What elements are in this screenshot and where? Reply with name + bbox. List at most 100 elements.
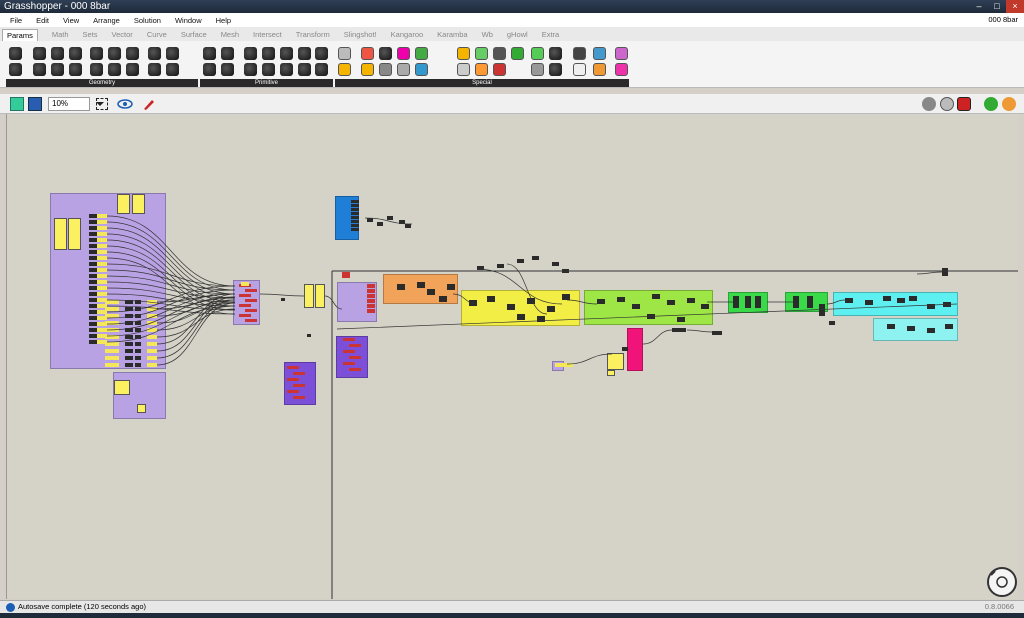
render-icon[interactable] — [1002, 97, 1016, 111]
component-tool-icon[interactable] — [262, 47, 275, 60]
component-tool-icon[interactable] — [203, 47, 216, 60]
menu-window[interactable]: Window — [175, 16, 202, 25]
component-tool-icon[interactable] — [361, 47, 374, 60]
component-tool-icon[interactable] — [493, 47, 506, 60]
preview-wire-icon[interactable] — [922, 97, 936, 111]
component-tool-icon[interactable] — [511, 47, 524, 60]
open-file-icon[interactable] — [10, 97, 24, 111]
component-tool-icon[interactable] — [221, 47, 234, 60]
component-tool-icon[interactable] — [573, 63, 586, 76]
component-tool-icon[interactable] — [379, 63, 392, 76]
component-tool-icon[interactable] — [379, 47, 392, 60]
tab-transform[interactable]: Transform — [296, 29, 330, 41]
display-mode-icon[interactable] — [984, 97, 998, 111]
component-tool-icon[interactable] — [361, 63, 374, 76]
component-tool-icon[interactable] — [280, 63, 293, 76]
menu-file[interactable]: File — [10, 16, 22, 25]
component-tool-icon[interactable] — [549, 47, 562, 60]
tab-vector[interactable]: Vector — [112, 29, 133, 41]
tab-extra[interactable]: Extra — [542, 29, 560, 41]
minimize-button[interactable]: – — [970, 0, 988, 13]
component-tool-icon[interactable] — [338, 63, 351, 76]
component-tool-icon[interactable] — [51, 47, 64, 60]
component-tool-icon[interactable] — [593, 63, 606, 76]
tab-sets[interactable]: Sets — [83, 29, 98, 41]
menu-edit[interactable]: Edit — [36, 16, 49, 25]
save-file-icon[interactable] — [28, 97, 42, 111]
preview-selected-icon[interactable] — [957, 97, 971, 111]
component-tool-icon[interactable] — [475, 63, 488, 76]
component-tool-icon[interactable] — [338, 47, 351, 60]
preview-shaded-icon[interactable] — [940, 97, 954, 111]
component-tool-icon[interactable] — [531, 47, 544, 60]
component-tool-icon[interactable] — [244, 47, 257, 60]
tab-slingshot[interactable]: Slingshot! — [344, 29, 377, 41]
component-tool-icon[interactable] — [315, 47, 328, 60]
component-tool-icon[interactable] — [397, 63, 410, 76]
component-tool-icon[interactable] — [148, 63, 161, 76]
component-tool-icon[interactable] — [315, 63, 328, 76]
component-tool-icon[interactable] — [126, 63, 139, 76]
component-tool-icon[interactable] — [298, 63, 311, 76]
component-tool-icon[interactable] — [531, 63, 544, 76]
tab-params[interactable]: Params — [2, 29, 38, 41]
component-tool-icon[interactable] — [9, 63, 22, 76]
component-tool-icon[interactable] — [262, 63, 275, 76]
component-tool-icon[interactable] — [148, 47, 161, 60]
tab-wb[interactable]: Wb — [482, 29, 493, 41]
tab-ghowl[interactable]: gHowl — [507, 29, 528, 41]
component-tool-icon[interactable] — [457, 47, 470, 60]
tab-curve[interactable]: Curve — [147, 29, 167, 41]
component-tool-icon[interactable] — [126, 47, 139, 60]
eye-preview-icon[interactable] — [117, 97, 133, 111]
document-name: 000 8bar — [988, 15, 1018, 24]
menu-view[interactable]: View — [63, 16, 79, 25]
component-tool-icon[interactable] — [9, 47, 22, 60]
component-tool-icon[interactable] — [280, 47, 293, 60]
component-tool-icon[interactable] — [415, 47, 428, 60]
component-tool-icon[interactable] — [244, 63, 257, 76]
component-tool-icon[interactable] — [457, 63, 470, 76]
tab-kangaroo[interactable]: Kangaroo — [391, 29, 424, 41]
component-tool-icon[interactable] — [69, 63, 82, 76]
component-tool-icon[interactable] — [166, 47, 179, 60]
sketch-pen-icon[interactable] — [142, 97, 156, 111]
status-message: Autosave complete (120 seconds ago) — [18, 602, 146, 611]
definition-canvas[interactable] — [6, 114, 1018, 599]
tab-mesh[interactable]: Mesh — [221, 29, 239, 41]
component-tool-icon[interactable] — [615, 63, 628, 76]
component-tool-icon[interactable] — [69, 47, 82, 60]
component-tool-icon[interactable] — [415, 63, 428, 76]
tab-intersect[interactable]: Intersect — [253, 29, 282, 41]
maximize-button[interactable]: □ — [988, 0, 1006, 13]
component-tool-icon[interactable] — [108, 47, 121, 60]
component-tool-icon[interactable] — [221, 63, 234, 76]
component-tool-icon[interactable] — [549, 63, 562, 76]
component-tool-icon[interactable] — [475, 47, 488, 60]
component-tool-icon[interactable] — [493, 63, 506, 76]
component-tool-icon[interactable] — [298, 47, 311, 60]
close-button[interactable]: × — [1006, 0, 1024, 13]
version-label: 0.8.0066 — [984, 602, 1014, 611]
component-tool-icon[interactable] — [108, 63, 121, 76]
component-tool-icon[interactable] — [593, 47, 606, 60]
component-tool-icon[interactable] — [615, 47, 628, 60]
component-tool-icon[interactable] — [166, 63, 179, 76]
tab-surface[interactable]: Surface — [181, 29, 207, 41]
component-tool-icon[interactable] — [51, 63, 64, 76]
component-tool-icon[interactable] — [90, 47, 103, 60]
component-tool-icon[interactable] — [90, 63, 103, 76]
tab-karamba[interactable]: Karamba — [437, 29, 467, 41]
menu-help[interactable]: Help — [216, 16, 231, 25]
menu-solution[interactable]: Solution — [134, 16, 161, 25]
component-tool-icon[interactable] — [203, 63, 216, 76]
zoom-level-field[interactable]: 10% — [48, 97, 90, 111]
menu-arrange[interactable]: Arrange — [93, 16, 120, 25]
zoom-extents-icon[interactable] — [96, 98, 108, 110]
component-tool-icon[interactable] — [573, 47, 586, 60]
component-tool-icon[interactable] — [33, 63, 46, 76]
tab-math[interactable]: Math — [52, 29, 69, 41]
component-tool-icon[interactable] — [33, 47, 46, 60]
navigation-compass-icon[interactable] — [987, 567, 1017, 597]
component-tool-icon[interactable] — [397, 47, 410, 60]
